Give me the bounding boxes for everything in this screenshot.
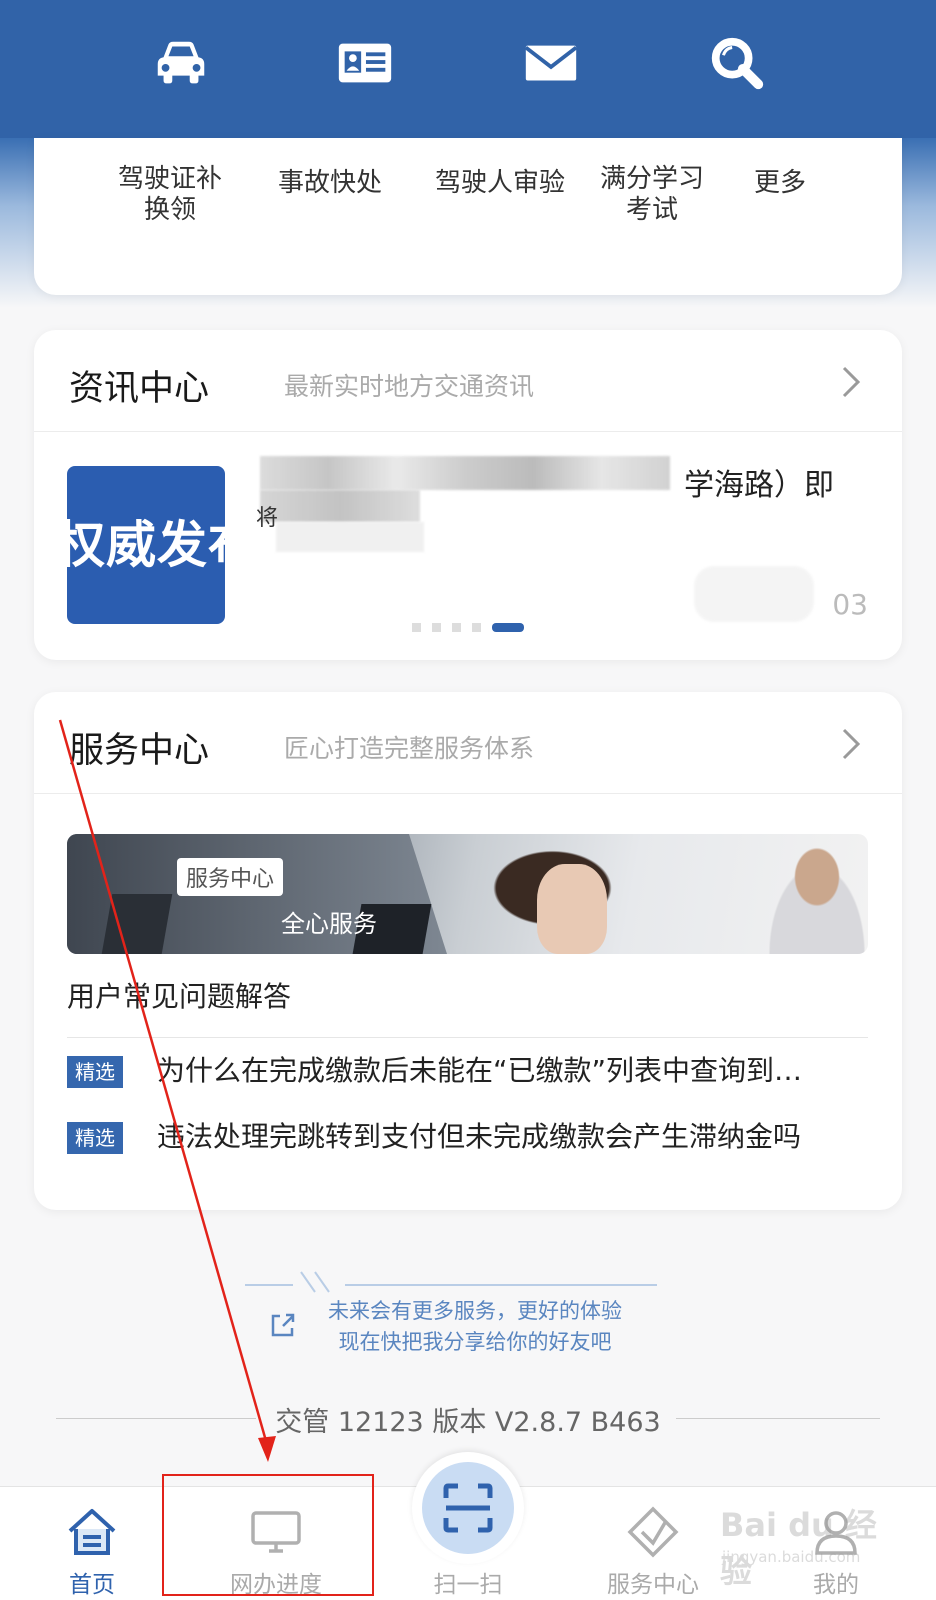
quick-service-driver-review[interactable]: 驾驶人审验: [410, 168, 590, 199]
faq-item[interactable]: 精选 为什么在完成缴款后未能在“已缴款”列表中查询到…: [67, 1052, 868, 1092]
service-card-header[interactable]: 服务中心 匠心打造完整服务体系: [34, 692, 902, 794]
service-title: 服务中心: [69, 731, 210, 771]
banner-text: 全心服务: [281, 910, 377, 938]
quick-service-label: 驾驶人审验: [434, 168, 565, 198]
diamond-icon: [627, 1506, 679, 1558]
decorative-line: [245, 1284, 293, 1286]
banner-tag: 服务中心: [177, 858, 284, 896]
tab-home[interactable]: 首页: [12, 1487, 172, 1600]
quick-service-license-replace[interactable]: 驾驶证补 换领: [90, 164, 250, 226]
news-title: 资讯中心: [69, 369, 210, 409]
carousel-dot: [452, 623, 461, 632]
faq-title: 用户常见问题解答: [67, 980, 292, 1013]
carousel-dot: [432, 623, 441, 632]
tab-label: 服务中心: [607, 1572, 699, 1598]
watermark: Bai du 经验 jingyan.baidu.com: [720, 1500, 890, 1590]
quick-service-label: 更多: [753, 168, 806, 198]
redacted-headline: [276, 522, 424, 552]
scan-button[interactable]: [412, 1452, 524, 1564]
tab-label: 首页: [69, 1572, 115, 1598]
share-text-line: 未来会有更多服务，更好的体验: [328, 1299, 622, 1323]
service-banner[interactable]: 服务中心 全心服务: [67, 834, 868, 954]
faq-item[interactable]: 精选 违法处理完跳转到支付但未完成缴款会产生滞纳金吗: [67, 1118, 868, 1158]
home-icon: [68, 1509, 116, 1555]
quick-services-card: 驾驶证补 换领 事故快处 驾驶人审验 满分学习 考试 更多: [34, 138, 902, 295]
redacted-headline: [260, 490, 420, 522]
tab-service-center[interactable]: 服务中心: [573, 1487, 733, 1600]
news-card-header[interactable]: 资讯中心 最新实时地方交通资讯: [34, 330, 902, 432]
faq-question: 为什么在完成缴款后未能在“已缴款”列表中查询到…: [157, 1054, 803, 1087]
news-thumbnail-text: 权威发布: [67, 516, 225, 574]
quick-service-label: 驾驶证补: [117, 164, 222, 194]
scan-button-inner: [422, 1462, 514, 1554]
mail-icon[interactable]: [516, 28, 586, 98]
version-text: 交管 12123 版本 V2.8.7 B463: [275, 1407, 661, 1438]
divider: [67, 1037, 868, 1038]
news-subtitle: 最新实时地方交通资讯: [284, 372, 535, 401]
featured-badge: 精选: [67, 1056, 123, 1088]
share-text-line: 现在快把我分享给你的好友吧: [338, 1330, 612, 1354]
watermark-url: jingyan.baidu.com: [722, 1548, 861, 1566]
news-thumbnail[interactable]: 权威发布: [67, 466, 225, 624]
slash-decoration-icon: [300, 1271, 330, 1293]
scan-icon: [443, 1483, 493, 1533]
service-subtitle: 匠心打造完整服务体系: [284, 734, 535, 763]
top-icon-row: [0, 28, 936, 98]
annotation-highlight-box: [162, 1474, 374, 1596]
top-header: [0, 0, 936, 138]
car-icon[interactable]: [146, 28, 216, 98]
carousel-dot: [472, 623, 481, 632]
carousel-dot: [412, 623, 421, 632]
quick-service-label: 事故快处: [277, 168, 382, 198]
decorative-line: [345, 1284, 657, 1286]
quick-service-accident[interactable]: 事故快处: [250, 168, 410, 199]
banner-monitor-shape: [101, 894, 173, 954]
news-headline[interactable]: 学海路）即: [684, 460, 834, 504]
share-prompt[interactable]: 未来会有更多服务，更好的体验 现在快把我分享给你的好友吧: [245, 1268, 657, 1368]
id-card-icon[interactable]: [330, 28, 400, 98]
chevron-right-icon[interactable]: [836, 362, 866, 402]
redacted-date: [694, 566, 814, 622]
news-date: 03: [832, 588, 868, 621]
banner-agent-photo: [757, 844, 868, 954]
share-icon[interactable]: [268, 1310, 298, 1340]
tab-label: 扫一扫: [433, 1572, 503, 1598]
chevron-right-icon[interactable]: [836, 724, 866, 764]
search-icon[interactable]: [702, 28, 772, 98]
carousel-indicator: [412, 617, 535, 632]
news-headline-fragment: 将: [256, 506, 279, 531]
redacted-headline: [260, 456, 670, 490]
version-info: 交管 12123 版本 V2.8.7 B463: [56, 1398, 880, 1438]
news-center-card: 资讯中心 最新实时地方交通资讯 权威发布 学海路）即 将 03: [34, 330, 902, 660]
watermark-logo-text: Bai du 经验: [720, 1506, 877, 1590]
featured-badge: 精选: [67, 1122, 123, 1154]
quick-service-more[interactable]: 更多: [700, 168, 860, 199]
carousel-dot-active: [492, 623, 524, 632]
share-text: 未来会有更多服务，更好的体验 现在快把我分享给你的好友吧: [315, 1296, 635, 1358]
quick-service-label: 换领: [143, 195, 196, 225]
quick-service-label: 考试: [625, 195, 678, 225]
service-center-card: 服务中心 匠心打造完整服务体系 服务中心 全心服务 用户常见问题解答 精选 为什…: [34, 692, 902, 1210]
banner-agent-face: [537, 864, 607, 954]
faq-question: 违法处理完跳转到支付但未完成缴款会产生滞纳金吗: [157, 1120, 802, 1153]
